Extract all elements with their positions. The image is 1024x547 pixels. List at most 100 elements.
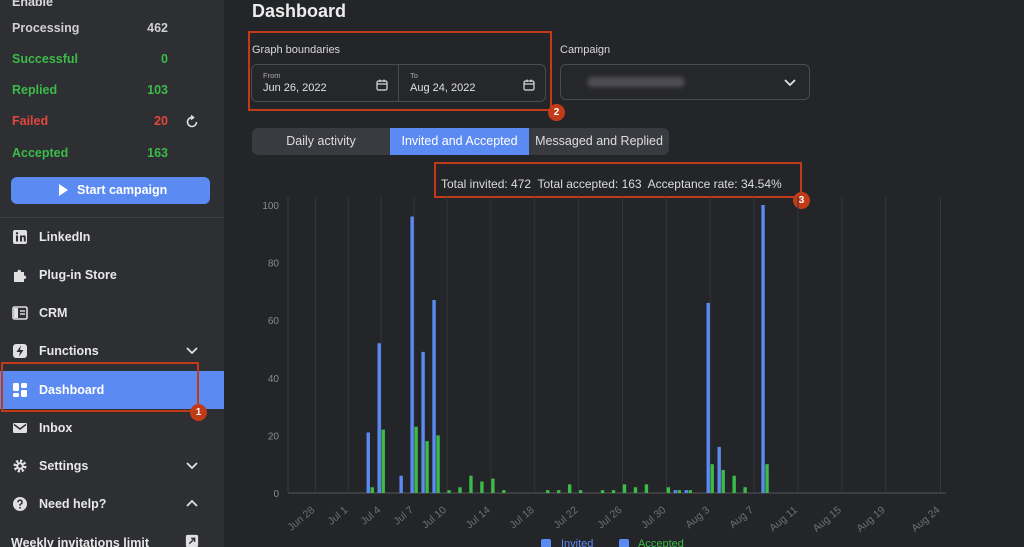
tab-messaged-and-replied[interactable]: Messaged and Replied — [529, 128, 669, 155]
retry-icon[interactable] — [184, 114, 200, 130]
x-tick-label: Aug 3 — [683, 504, 712, 531]
x-tick-label: Jul 7 — [391, 504, 416, 528]
accepted-bar — [721, 469, 725, 493]
chevron-down-icon — [186, 347, 198, 355]
accepted-bar — [491, 478, 495, 493]
stat-value: 0 — [161, 52, 168, 66]
accepted-bar — [633, 487, 638, 493]
accepted-bar — [546, 490, 550, 493]
page-title: Dashboard — [252, 1, 347, 21]
y-tick-label: 80 — [268, 259, 280, 270]
campaign-select[interactable] — [560, 64, 810, 100]
invited-bar — [761, 205, 765, 493]
x-tick-label: Jun 28 — [285, 504, 317, 534]
accepted-bar — [578, 490, 583, 493]
x-tick-label: Aug 15 — [811, 504, 844, 535]
accepted-bar — [622, 484, 627, 493]
legend-accepted-checkbox[interactable] — [619, 539, 629, 547]
invited-bar — [421, 351, 425, 493]
accepted-bar — [567, 484, 572, 493]
y-tick-label: 60 — [268, 316, 280, 327]
campaign-label: Campaign — [560, 44, 611, 56]
x-tick-label: Aug 7 — [727, 504, 756, 531]
accepted-bar — [556, 490, 561, 493]
sidebar-item-crm[interactable]: CRM — [0, 294, 224, 332]
sidebar-item-label: Settings — [39, 459, 89, 473]
app-window: { "sidebar": { "top_stat": {"label": "En… — [0, 0, 1024, 547]
y-tick-label: 40 — [268, 374, 280, 385]
chevron-down-icon — [784, 79, 796, 87]
chevron-up-icon — [186, 499, 198, 507]
invited-bar — [410, 216, 414, 493]
mail-icon — [13, 423, 27, 433]
stat-label: Failed — [12, 114, 49, 128]
accepted-bar — [688, 490, 692, 493]
sidebar: Enable Processing 462 Successful 0 Repli… — [0, 0, 224, 547]
invited-bar — [399, 475, 403, 493]
annotation-badge-1: 1 — [190, 404, 207, 421]
stat-value: 462 — [147, 21, 168, 35]
accepted-bar — [436, 435, 440, 493]
accepted-bar — [677, 490, 682, 493]
stat-value: 163 — [147, 146, 168, 160]
x-tick-label: Jul 26 — [595, 504, 624, 531]
invited-bar — [366, 432, 370, 493]
accepted-bar — [480, 481, 484, 493]
accepted-bar — [381, 429, 385, 493]
x-tick-label: Jul 30 — [639, 504, 668, 531]
sidebar-item-label: Inbox — [39, 421, 73, 435]
stat-value: 103 — [147, 83, 168, 97]
y-tick-label: 0 — [273, 489, 279, 500]
accepted-bar — [765, 464, 769, 493]
stat-successful: Successful 0 — [12, 49, 168, 69]
accepted-bar — [732, 475, 736, 493]
sidebar-item-need-help[interactable]: Need help? — [0, 485, 224, 523]
sidebar-item-weekly-limit[interactable]: Weekly invitations limit — [0, 522, 224, 547]
invited-accepted-chart: Jun 28 Jul 1 Jul 4 Jul 7 Jul 10 Jul 14 Jul 18 J… — [262, 197, 946, 535]
stat-enable: Enable — [12, 0, 168, 12]
stat-label: Processing — [12, 21, 80, 35]
x-tick-label: Jul 14 — [464, 504, 493, 531]
crm-icon — [12, 306, 28, 320]
tab-invited-and-accepted[interactable]: Invited and Accepted — [390, 128, 529, 155]
sidebar-item-linkedin[interactable]: LinkedIn — [0, 218, 224, 256]
accepted-bar — [611, 490, 616, 493]
highlight-box-2 — [248, 31, 552, 111]
sidebar-item-plugin-store[interactable]: Plug-in Store — [0, 256, 224, 294]
x-tick-label: Jul 10 — [420, 504, 449, 531]
accepted-bar — [502, 490, 506, 493]
x-tick-label: Jul 4 — [358, 504, 383, 528]
x-tick-label: Aug 11 — [767, 504, 800, 534]
start-campaign-button[interactable]: Start campaign — [11, 177, 210, 204]
chevron-down-icon — [186, 462, 198, 470]
stat-value: 20 — [154, 114, 168, 128]
invited-bar — [673, 490, 678, 493]
annotation-badge-2: 2 — [548, 104, 565, 121]
accepted-bar — [370, 487, 374, 493]
stat-label: Successful — [12, 52, 79, 66]
invited-bar — [717, 446, 721, 493]
x-tick-label: Jul 22 — [551, 504, 580, 531]
x-tick-label: Aug 19 — [854, 504, 887, 535]
sidebar-item-label: Plug-in Store — [39, 268, 117, 282]
campaign-value-redacted — [587, 77, 685, 87]
accepted-bar — [458, 487, 462, 493]
invited-bar — [432, 300, 436, 493]
gear-icon — [13, 459, 27, 473]
tab-daily-activity[interactable]: Daily activity — [252, 128, 390, 155]
accepted-bar — [644, 484, 649, 493]
invited-bar — [377, 343, 381, 493]
stat-accepted: Accepted 163 — [12, 143, 168, 163]
external-link-icon[interactable] — [184, 534, 200, 547]
stat-replied: Replied 103 — [12, 80, 168, 100]
sidebar-item-label: Weekly invitations limit — [11, 536, 150, 547]
stat-label: Enable — [12, 0, 53, 9]
accepted-bar — [447, 490, 451, 493]
linkedin-icon — [13, 230, 27, 244]
x-tick-label: Jul 1 — [326, 504, 351, 528]
legend-invited-checkbox[interactable] — [541, 539, 551, 547]
accepted-bar — [710, 464, 714, 493]
x-tick-label: Jul 18 — [507, 504, 536, 531]
sidebar-item-settings[interactable]: Settings — [0, 447, 224, 485]
accepted-bar — [600, 490, 605, 493]
